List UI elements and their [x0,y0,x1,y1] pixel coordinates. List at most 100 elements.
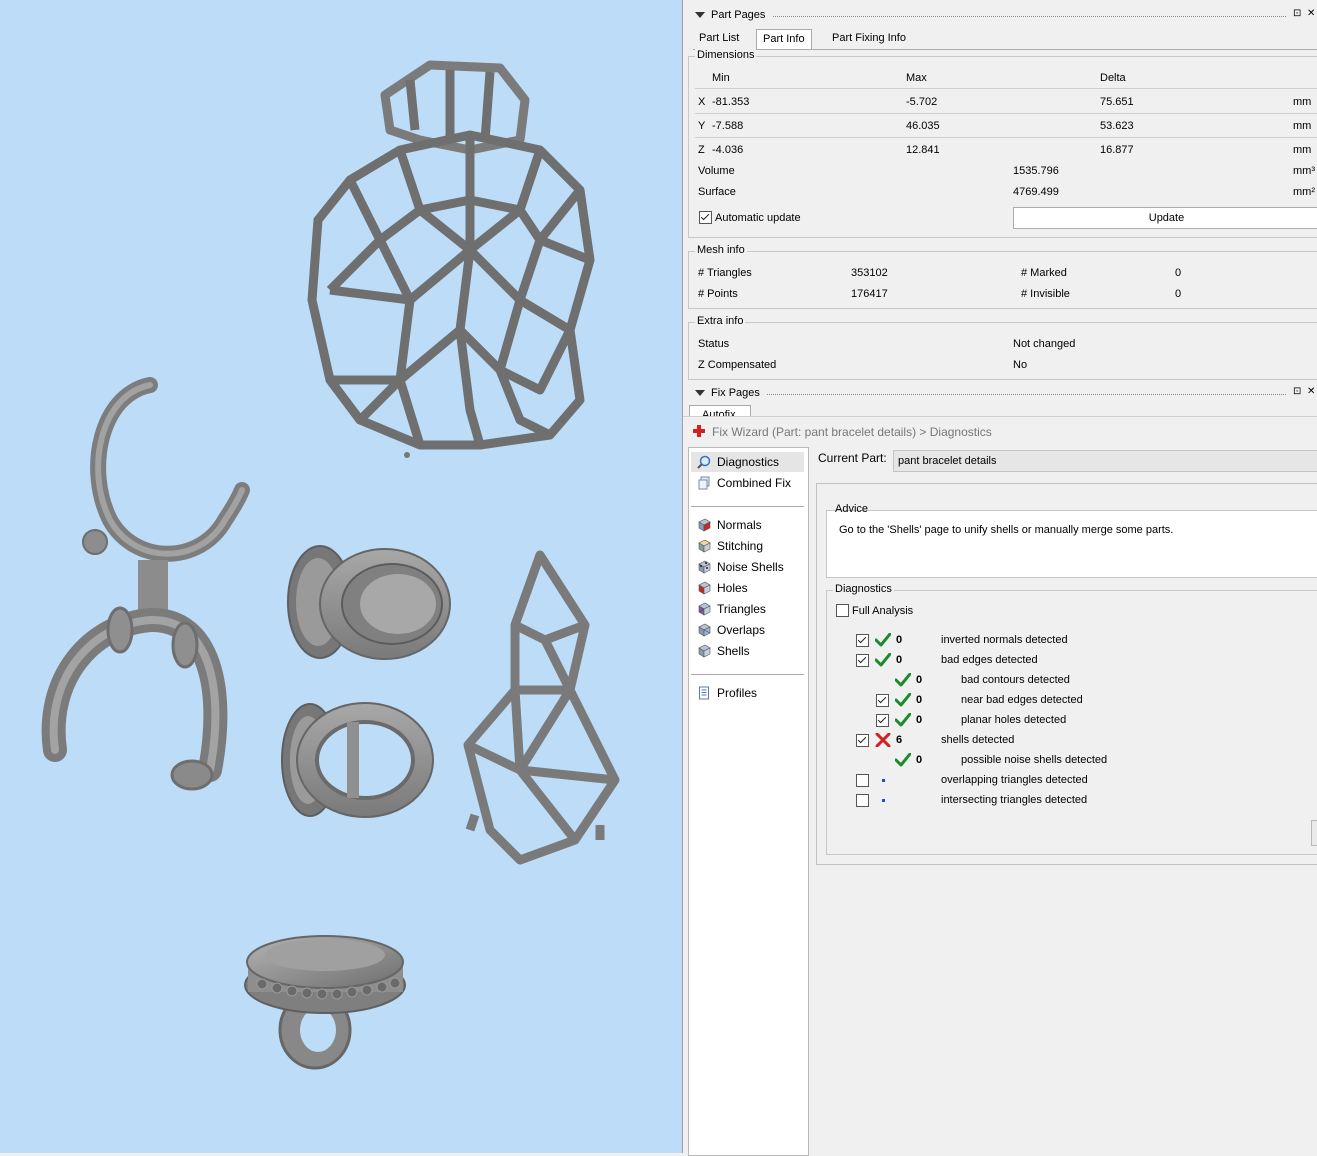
full-analysis-label: Full Analysis [852,605,914,617]
clasp-hook-part [41,377,250,791]
fix-wizard-nav: Diagnostics Combined Fix Normals Stitchi… [688,447,809,1156]
pin-icon[interactable]: ⊡ [1293,8,1301,19]
points-value: 176417 [851,288,888,300]
holes-cube-icon [698,581,711,595]
tab-part-fixing-info[interactable]: Part Fixing Info [826,29,912,48]
triangles-value: 353102 [851,267,888,279]
diagnostic-checkbox[interactable] [856,794,869,807]
diagnostic-checkbox[interactable] [856,734,869,747]
diagnostic-text: bad edges detected [941,654,1038,666]
shells-cube-icon [698,644,711,658]
red-cross-icon [693,425,705,437]
diagnostic-text: planar holes detected [961,714,1067,726]
diagnostic-checkbox[interactable] [856,774,869,787]
diagnostic-checkbox[interactable] [856,634,869,647]
part-pages-tabs: Part List Part Info Part Fixing Info [693,29,1317,50]
dim-x-unit: mm [1293,96,1312,108]
error-x-icon [875,733,891,747]
header-divider [773,16,1286,17]
check-icon [875,653,891,667]
divider [691,506,804,507]
diagnostic-count: 0 [896,634,903,646]
scroll-button[interactable] [1311,820,1317,846]
full-analysis-checkbox[interactable] [836,604,849,617]
diagnostic-count: 0 [916,694,923,706]
automatic-update-checkbox[interactable] [699,211,712,224]
advice-group: Advice [826,503,1317,578]
dim-y-delta: 53.623 [1100,120,1134,132]
document-icon [699,686,709,700]
divider [695,88,1317,89]
divider [695,113,1317,114]
header-delta: Delta [1100,72,1126,84]
z-compensated-label: Z Compensated [698,359,777,371]
status-value: Not changed [1013,338,1076,350]
volume-value: 1535.796 [1013,165,1059,177]
close-icon[interactable]: ✕ [1307,8,1315,19]
tab-part-info[interactable]: Part Info [756,29,812,49]
collapse-triangle-icon[interactable] [695,390,705,396]
noise-shells-icon [698,560,711,574]
mesh-info-group: Mesh info [688,244,1317,309]
surface-label: Surface [698,186,736,198]
diagnostic-checkbox[interactable] [876,714,889,727]
dim-x-min: -81.353 [712,96,750,108]
part-pages-header[interactable]: Part Pages ⊡ ✕ [683,8,1317,24]
diagnostic-checkbox[interactable] [856,654,869,667]
advice-label: Advice [835,503,869,515]
fix-wizard-title: Fix Wizard (Part: pant bracelet details)… [712,425,992,439]
stack-icon [698,476,710,490]
marked-value: 0 [1175,267,1182,279]
points-label: # Points [698,288,738,300]
dim-z-delta: 16.877 [1100,144,1134,156]
update-button[interactable]: Update [1013,207,1317,229]
dim-axis-x: X [698,96,706,108]
dim-x-delta: 75.651 [1100,96,1134,108]
diagnostic-text: near bad edges detected [961,694,1083,706]
dim-x-max: -5.702 [906,96,938,108]
header-min: Min [712,72,730,84]
pin-icon[interactable]: ⊡ [1293,386,1301,397]
diagnostic-checkbox[interactable] [876,694,889,707]
surface-value: 4769.499 [1013,186,1059,198]
advice-text: Go to the 'Shells' page to unify shells … [839,524,1174,536]
dim-z-min: -4.036 [712,144,744,156]
3d-viewport[interactable] [0,0,682,1153]
divider [691,674,804,675]
fix-pages-title: Fix Pages [711,387,760,399]
diagnostic-text: inverted normals detected [941,634,1068,646]
extra-info-group: Extra info [688,315,1317,380]
current-part-label: Current Part: [818,451,887,465]
dim-y-max: 46.035 [906,120,940,132]
dim-z-unit: mm [1293,144,1312,156]
dim-y-unit: mm [1293,120,1312,132]
status-label: Status [698,338,730,350]
triangles-label: # Triangles [698,267,752,279]
invisible-label: # Invisible [1021,288,1070,300]
fix-pages-header[interactable]: Fix Pages ⊡ ✕ [683,386,1317,402]
diagnostic-text: overlapping triangles detected [941,774,1088,786]
tab-part-list[interactable]: Part List [693,29,745,48]
collapse-triangle-icon[interactable] [695,12,705,18]
diagnostic-text: bad contours detected [961,674,1070,686]
check-icon [895,673,911,687]
automatic-update-label: Automatic update [715,212,801,224]
cage-part [307,60,595,450]
check-icon [895,693,911,707]
bottom-connector-part [244,935,406,1070]
dim-y-min: -7.588 [712,120,744,132]
marked-label: # Marked [1021,267,1067,279]
volume-unit: mm³ [1293,165,1315,177]
close-icon[interactable]: ✕ [1307,386,1315,397]
check-icon [875,633,891,647]
current-part-field[interactable]: pant bracelet details [893,450,1317,472]
diagnostic-count: 0 [896,654,903,666]
diagnostic-text: possible noise shells detected [961,754,1108,766]
extra-info-label: Extra info [695,315,746,327]
pending-dot-icon [882,779,885,782]
diagnostic-count: 6 [896,734,903,746]
diagnostic-count: 0 [916,754,923,766]
invisible-value: 0 [1175,288,1182,300]
dim-axis-z: Z [698,144,705,156]
bead-part-2 [281,702,434,818]
